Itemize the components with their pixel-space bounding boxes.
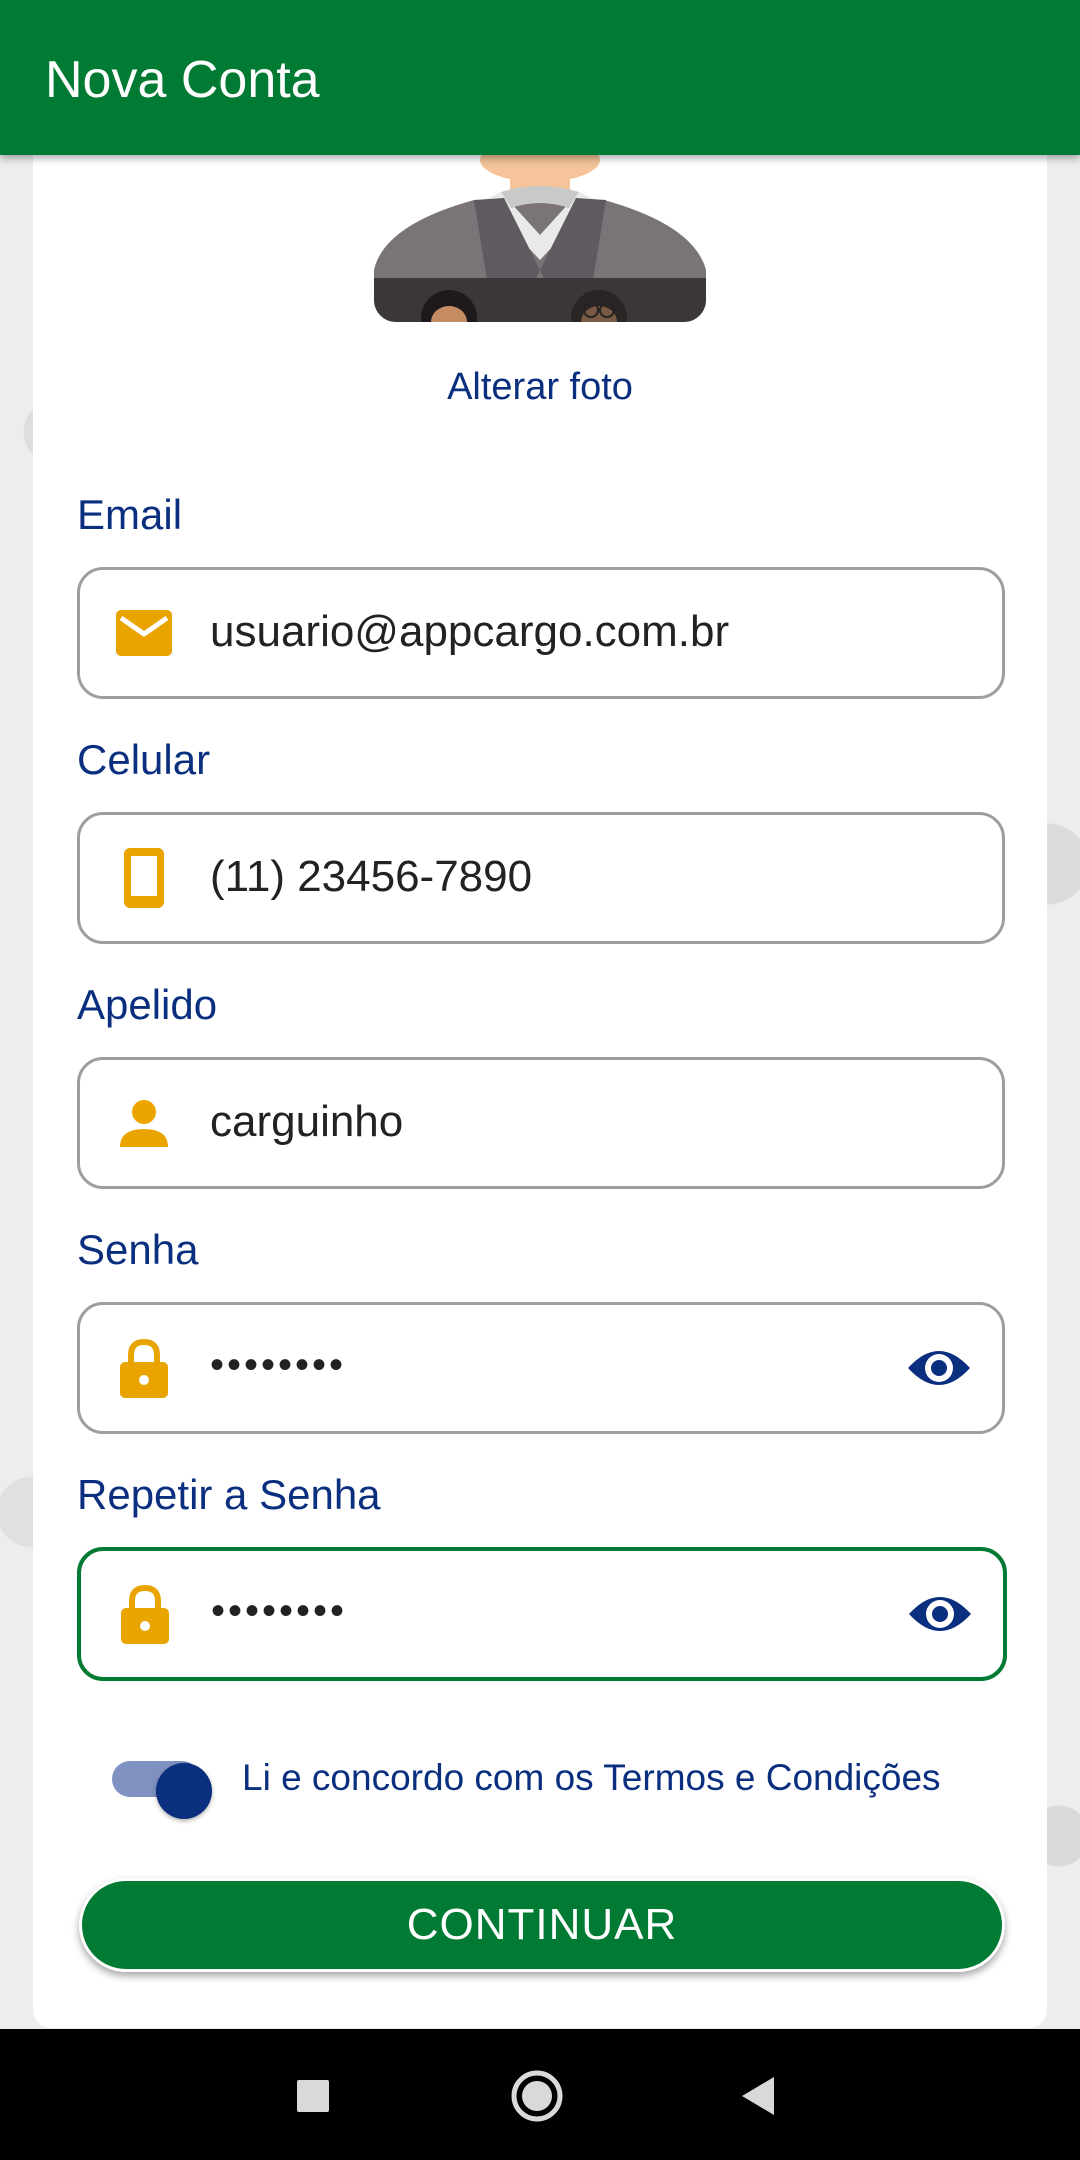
email-input[interactable]: usuario@appcargo.com.br — [210, 602, 882, 662]
phone-label: Celular — [77, 736, 211, 783]
phone-icon — [114, 848, 174, 908]
circle-icon[interactable] — [502, 2061, 572, 2131]
change-photo-link[interactable]: Alterar foto — [0, 362, 1080, 412]
lock-icon — [114, 1338, 174, 1398]
email-label: Email — [77, 491, 183, 538]
nickname-input[interactable]: carguinho — [210, 1092, 882, 1152]
mail-icon — [114, 603, 174, 663]
profile-avatar[interactable] — [374, 150, 706, 322]
toggle-repeat-password-visibility-icon[interactable] — [907, 1586, 973, 1642]
repeat-password-field[interactable]: •••••••• — [77, 1547, 1007, 1681]
phone-input[interactable]: (11) 23456-7890 — [210, 847, 882, 907]
email-field[interactable]: usuario@appcargo.com.br — [77, 567, 1005, 699]
terms-switch[interactable] — [112, 1761, 212, 1819]
back-triangle-icon[interactable] — [724, 2061, 794, 2131]
page-title: Nova Conta — [45, 51, 320, 109]
terms-switch-thumb[interactable] — [156, 1763, 212, 1819]
nickname-label: Apelido — [77, 981, 218, 1028]
avatar-illustration — [374, 150, 706, 322]
password-label: Senha — [77, 1226, 199, 1273]
password-field[interactable]: •••••••• — [77, 1302, 1005, 1434]
terms-row: Li e concordo com os Termos e Condições — [112, 1748, 1012, 1819]
continue-button[interactable]: CONTINUAR — [79, 1878, 1005, 1972]
phone-field[interactable]: (11) 23456-7890 — [77, 812, 1005, 944]
toggle-password-visibility-icon[interactable] — [906, 1340, 972, 1396]
repeat-password-input[interactable]: •••••••• — [211, 1581, 883, 1641]
nickname-field[interactable]: carguinho — [77, 1057, 1005, 1189]
person-icon — [114, 1093, 174, 1153]
square-icon[interactable] — [278, 2061, 348, 2131]
app-bar: Nova Conta — [0, 0, 1080, 155]
system-nav-bar — [0, 2029, 1080, 2160]
terms-label[interactable]: Li e concordo com os Termos e Condições — [242, 1753, 941, 1803]
lock-icon — [115, 1584, 175, 1644]
repeat-password-label: Repetir a Senha — [77, 1471, 381, 1518]
password-input[interactable]: •••••••• — [210, 1335, 882, 1395]
